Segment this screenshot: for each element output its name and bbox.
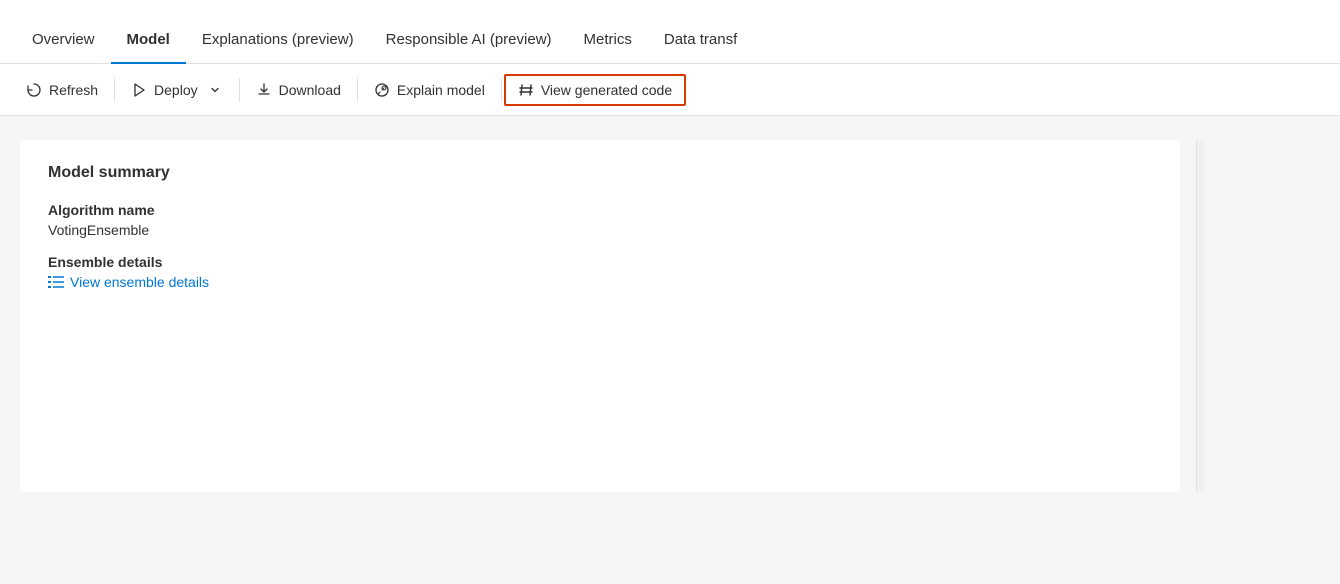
separator-1: [114, 78, 115, 102]
download-label: Download: [279, 82, 341, 98]
view-ensemble-details-link[interactable]: View ensemble details: [48, 274, 1152, 290]
separator-2: [239, 78, 240, 102]
tab-metrics[interactable]: Metrics: [568, 31, 648, 64]
model-summary-title: Model summary: [48, 164, 1152, 182]
ensemble-details-label: Ensemble details: [48, 254, 1152, 270]
nav-tabs: Overview Model Explanations (preview) Re…: [0, 0, 1340, 64]
download-button[interactable]: Download: [242, 74, 355, 106]
view-generated-code-label: View generated code: [541, 82, 672, 98]
algorithm-name-value: VotingEnsemble: [48, 222, 1152, 238]
scrollbar[interactable]: [1196, 140, 1204, 492]
deploy-dropdown-icon: [207, 82, 223, 98]
main-content: Model summary Algorithm name VotingEnsem…: [0, 116, 1340, 516]
explain-model-label: Explain model: [397, 82, 485, 98]
refresh-icon: [26, 82, 42, 98]
hash-icon: [518, 82, 534, 98]
refresh-button[interactable]: Refresh: [12, 74, 112, 106]
explain-icon: [374, 82, 390, 98]
view-generated-code-button[interactable]: View generated code: [504, 74, 686, 106]
separator-4: [501, 78, 502, 102]
algorithm-name-label: Algorithm name: [48, 202, 1152, 218]
content-panel: Model summary Algorithm name VotingEnsem…: [20, 140, 1180, 492]
explain-model-button[interactable]: Explain model: [360, 74, 499, 106]
tab-responsible-ai[interactable]: Responsible AI (preview): [370, 31, 568, 64]
view-ensemble-details-text: View ensemble details: [70, 274, 209, 290]
tab-data-transf[interactable]: Data transf: [648, 31, 753, 64]
download-icon: [256, 82, 272, 98]
tab-explanations[interactable]: Explanations (preview): [186, 31, 370, 64]
list-icon: [48, 275, 64, 289]
tab-overview[interactable]: Overview: [16, 31, 111, 64]
separator-3: [357, 78, 358, 102]
deploy-button[interactable]: Deploy: [117, 74, 237, 106]
tab-model[interactable]: Model: [111, 31, 186, 64]
refresh-label: Refresh: [49, 82, 98, 98]
deploy-label: Deploy: [154, 82, 198, 98]
deploy-icon: [131, 82, 147, 98]
toolbar: Refresh Deploy Download: [0, 64, 1340, 116]
